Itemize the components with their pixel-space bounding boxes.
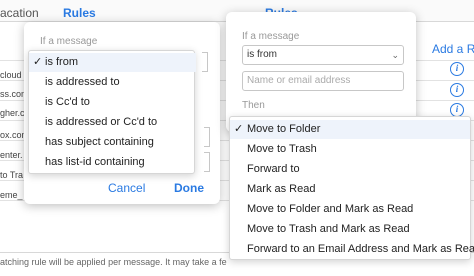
checkmark-icon: ✓: [234, 123, 244, 135]
tab-rules[interactable]: Rules: [63, 6, 96, 20]
rule-row-address: enter.: [0, 150, 23, 160]
menu-item-label: Move to Trash: [247, 143, 317, 155]
menu-item-label: Mark as Read: [247, 183, 316, 195]
rule-field[interactable]: [204, 152, 210, 172]
rule-action-popover: If a message is from ⌄ Name or email add…: [226, 12, 416, 132]
info-icon[interactable]: i: [450, 103, 464, 117]
menu-item-is-ccd-to[interactable]: is Cc'd to: [29, 93, 196, 112]
menu-item-label: Move to Folder and Mark as Read: [247, 203, 414, 215]
rule-row-address: eme_: [0, 190, 23, 200]
email-address-placeholder: Name or email address: [247, 75, 351, 86]
condition-select[interactable]: [202, 52, 208, 72]
menu-item-label: has subject containing: [45, 136, 154, 148]
condition-label: If a message: [242, 31, 300, 42]
menu-item-mark-as-read[interactable]: Mark as Read: [230, 180, 470, 199]
menu-item-label: Move to Trash and Mark as Read: [247, 223, 410, 235]
action-dropdown-menu: ✓ Move to Folder Move to Trash Forward t…: [229, 116, 474, 260]
menu-item-label: Forward to an Email Address and Mark as …: [247, 243, 474, 255]
cancel-button[interactable]: Cancel: [108, 181, 145, 195]
menu-item-label: is Cc'd to: [45, 96, 90, 108]
done-button[interactable]: Done: [174, 181, 204, 195]
checkmark-icon: ✓: [33, 56, 43, 68]
condition-label: If a message: [40, 36, 98, 47]
chevron-down-icon: ⌄: [391, 50, 399, 60]
condition-dropdown-menu: ✓ is from is addressed to is Cc'd to is …: [28, 50, 196, 174]
menu-item-move-to-folder[interactable]: ✓ Move to Folder: [230, 120, 470, 139]
menu-item-label: is addressed or Cc'd to: [45, 116, 158, 128]
menu-item-forward-to[interactable]: Forward to: [230, 160, 470, 179]
then-label: Then: [242, 100, 265, 111]
condition-select-value: is from: [247, 49, 277, 60]
rule-row-address: to Tra: [0, 170, 24, 180]
menu-item-forward-and-mark-as-read[interactable]: Forward to an Email Address and Mark as …: [230, 240, 474, 259]
menu-item-label: Move to Folder: [247, 123, 321, 135]
menu-item-move-to-trash[interactable]: Move to Trash: [230, 140, 470, 159]
menu-item-has-list-id-containing[interactable]: has list-id containing: [29, 153, 196, 172]
add-rule-link[interactable]: Add a Ru: [432, 42, 474, 56]
menu-item-is-addressed-or-ccd-to[interactable]: is addressed or Cc'd to: [29, 113, 196, 132]
tab-vacation[interactable]: acation: [0, 6, 39, 20]
menu-item-move-to-folder-and-mark-as-read[interactable]: Move to Folder and Mark as Read: [230, 200, 470, 219]
condition-select[interactable]: is from ⌄: [242, 45, 404, 65]
info-icon[interactable]: i: [450, 83, 464, 97]
menu-item-has-subject-containing[interactable]: has subject containing: [29, 133, 196, 152]
menu-item-label: is addressed to: [45, 76, 120, 88]
email-address-field[interactable]: Name or email address: [242, 71, 404, 91]
info-icon[interactable]: i: [450, 62, 464, 76]
menu-item-is-from[interactable]: ✓ is from: [29, 53, 196, 72]
rule-field[interactable]: [204, 127, 210, 147]
menu-item-label: Forward to: [247, 163, 300, 175]
menu-item-is-addressed-to[interactable]: is addressed to: [29, 73, 196, 92]
rule-row-address: cloud: [0, 70, 22, 80]
menu-item-move-to-trash-and-mark-as-read[interactable]: Move to Trash and Mark as Read: [230, 220, 470, 239]
menu-item-label: has list-id containing: [45, 156, 145, 168]
menu-item-label: is from: [45, 56, 78, 68]
